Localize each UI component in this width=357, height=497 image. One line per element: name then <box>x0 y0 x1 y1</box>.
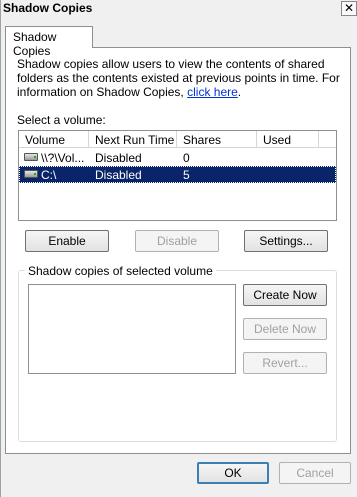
volume-list[interactable]: Volume Next Run Time Shares Used \\?\Vol… <box>18 130 337 221</box>
shares-count: 0 <box>183 151 190 165</box>
enable-button[interactable]: Enable <box>25 230 109 252</box>
shadow-copies-group-title: Shadow copies of selected volume <box>25 264 216 278</box>
volume-name: \\?\Vol... <box>41 151 85 165</box>
cancel-button[interactable]: Cancel <box>279 462 351 484</box>
window-title: Shadow Copies <box>3 1 93 15</box>
select-volume-label: Select a volume: <box>17 113 106 127</box>
close-button[interactable]: ✕ <box>341 1 357 16</box>
disable-button[interactable]: Disable <box>135 230 219 252</box>
description-suffix: . <box>237 85 242 99</box>
column-header-volume[interactable]: Volume <box>19 131 89 148</box>
settings-button[interactable]: Settings... <box>244 230 328 252</box>
next-run-time: Disabled <box>95 168 142 182</box>
column-header-next-run-time[interactable]: Next Run Time <box>89 131 177 148</box>
drive-icon <box>24 170 38 178</box>
shadow-copies-list[interactable] <box>28 284 236 374</box>
tab-shadow-copies[interactable]: Shadow Copies <box>5 26 93 58</box>
ok-button[interactable]: OK <box>197 462 269 484</box>
shares-count: 5 <box>183 168 190 182</box>
title-bar[interactable]: Shadow Copies ✕ <box>1 0 357 18</box>
next-run-time: Disabled <box>95 151 142 165</box>
volume-row[interactable]: \\?\Vol... Disabled 0 <box>19 149 336 166</box>
column-header-shares[interactable]: Shares <box>177 131 257 148</box>
column-header-used[interactable]: Used <box>257 131 319 148</box>
volume-name: C:\ <box>41 168 57 182</box>
description-body: Shadow copies allow users to view the co… <box>17 57 340 99</box>
delete-now-button[interactable]: Delete Now <box>243 318 327 340</box>
create-now-button[interactable]: Create Now <box>243 284 327 306</box>
revert-button[interactable]: Revert... <box>243 352 327 374</box>
click-here-link[interactable]: click here <box>187 85 238 99</box>
drive-icon <box>24 153 38 161</box>
volume-row[interactable]: C:\ Disabled 5 <box>19 166 336 183</box>
shadow-copies-dialog: Shadow Copies ✕ Shadow Copies Shadow cop… <box>0 0 357 497</box>
volume-list-header: Volume Next Run Time Shares Used <box>19 131 336 148</box>
description-text: Shadow copies allow users to view the co… <box>17 57 341 99</box>
